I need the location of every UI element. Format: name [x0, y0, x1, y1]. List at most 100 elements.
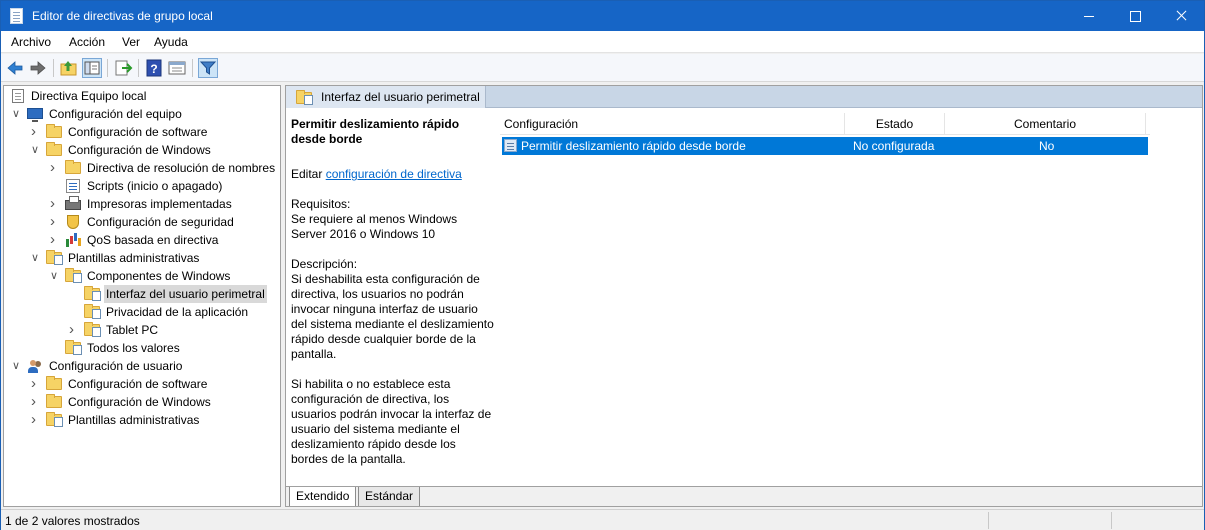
policy-folder-icon — [46, 412, 63, 427]
chevron-down-icon[interactable]: ∨ — [50, 267, 60, 285]
tree-item-label: Privacidad de la aplicación — [106, 305, 249, 319]
menu-ver[interactable]: Ver — [122, 35, 140, 49]
tree-item-label: Scripts (inicio o apagado) — [87, 179, 223, 193]
window: Editor de directivas de grupo local Arch… — [0, 0, 1205, 530]
tree-item-label: Configuración del equipo — [49, 107, 182, 121]
tree-item-label: Plantillas administrativas — [68, 251, 200, 265]
extended-description: Permitir deslizamiento rápido desde bord… — [291, 117, 495, 482]
printer-icon — [65, 196, 81, 211]
menu-ayuda[interactable]: Ayuda — [154, 35, 188, 49]
no-expander — [50, 339, 60, 357]
table-row[interactable]: Permitir deslizamiento rápido desde bord… — [502, 137, 1148, 155]
edit-line: Editar configuración de directiva — [291, 167, 462, 181]
properties-icon[interactable] — [167, 58, 187, 78]
row-setting: Permitir deslizamiento rápido desde bord… — [521, 139, 746, 153]
tree-item-label: Configuración de Windows — [68, 395, 211, 409]
tree-item-label: Configuración de software — [68, 125, 208, 139]
tree-item-label: Tablet PC — [106, 323, 159, 337]
tree-item-label: Configuración de Windows — [68, 143, 211, 157]
edit-policy-link[interactable]: configuración de directiva — [326, 167, 462, 181]
filter-icon[interactable] — [198, 58, 218, 78]
scripts-icon — [65, 179, 81, 193]
chevron-right-icon[interactable]: › — [50, 213, 60, 231]
no-expander — [69, 303, 79, 321]
chevron-right-icon[interactable]: › — [31, 375, 41, 393]
security-icon — [65, 215, 81, 229]
app-icon — [10, 8, 23, 24]
folder-icon — [46, 394, 62, 409]
column-header-comment[interactable]: Comentario — [945, 113, 1146, 135]
list-header: Configuración Estado Comentario — [500, 113, 1150, 135]
help-icon[interactable]: ? — [144, 58, 164, 78]
folder-icon — [46, 124, 62, 139]
policy-folder-icon — [46, 250, 63, 265]
status-bar: 1 de 2 valores mostrados — [1, 509, 1204, 530]
toolbar: ? — [1, 54, 1204, 82]
show-hide-tree-icon[interactable] — [82, 58, 102, 78]
export-list-icon[interactable] — [113, 58, 133, 78]
view-tabs: Extendido Estándar — [286, 486, 1202, 506]
chart-icon — [65, 233, 81, 247]
tree-item-label: Plantillas administrativas — [68, 413, 200, 427]
policy-folder-icon — [84, 286, 101, 301]
chevron-right-icon[interactable]: › — [31, 393, 41, 411]
chevron-right-icon[interactable]: › — [50, 195, 60, 213]
back-icon[interactable] — [5, 58, 25, 78]
folder-icon — [46, 142, 62, 157]
chevron-down-icon[interactable]: ∨ — [12, 105, 22, 123]
details-pane: Interfaz del usuario perimetral Permitir… — [285, 85, 1203, 507]
close-button[interactable] — [1158, 1, 1204, 31]
tree-item-label: Directiva de resolución de nombres — [87, 161, 276, 175]
tree-item-label: Configuración de software — [68, 377, 208, 391]
tree-item-label: Directiva Equipo local — [31, 89, 147, 103]
chevron-down-icon[interactable]: ∨ — [31, 249, 41, 267]
description-extra: Si habilita o no establece esta configur… — [291, 377, 492, 466]
chevron-right-icon[interactable]: › — [31, 123, 41, 141]
chevron-right-icon[interactable]: › — [50, 231, 60, 249]
policy-folder-icon — [296, 90, 313, 105]
no-expander — [50, 177, 60, 195]
tree-item-label: Configuración de usuario — [49, 359, 183, 373]
details-header-title: Interfaz del usuario perimetral — [321, 90, 480, 104]
maximize-button[interactable] — [1112, 1, 1158, 31]
status-text: 1 de 2 valores mostrados — [5, 514, 140, 528]
column-header-setting[interactable]: Configuración — [500, 113, 845, 135]
doc-icon — [10, 89, 26, 103]
tab-estandar[interactable]: Estándar — [358, 487, 421, 506]
title-bar: Editor de directivas de grupo local — [1, 1, 1204, 31]
chevron-right-icon[interactable]: › — [50, 159, 60, 177]
column-header-state[interactable]: Estado — [845, 113, 945, 135]
row-comment: No — [1039, 139, 1055, 153]
tree-item-label: Todos los valores — [87, 341, 180, 355]
policy-folder-icon — [65, 340, 82, 355]
tree-item-label: Componentes de Windows — [87, 269, 231, 283]
chevron-down-icon[interactable]: ∨ — [12, 357, 22, 375]
policy-folder-icon — [65, 268, 82, 283]
no-expander — [69, 285, 79, 303]
menu-accion[interactable]: Acción — [69, 35, 105, 49]
tree-item-label: Impresoras implementadas — [87, 197, 232, 211]
folder-icon — [46, 376, 62, 391]
policy-setting-icon — [504, 139, 517, 152]
tree-pane[interactable]: Directiva Equipo local ∨ Configuración del… — [3, 85, 281, 507]
settings-list[interactable]: Configuración Estado Comentario Permitir… — [500, 113, 1200, 485]
chevron-right-icon[interactable]: › — [69, 321, 79, 339]
menu-bar: Archivo Acción Ver Ayuda — [1, 31, 1204, 53]
policy-folder-icon — [84, 304, 101, 319]
tree-item-label: Interfaz del usuario perimetral — [104, 285, 267, 303]
computer-icon — [27, 107, 43, 122]
chevron-down-icon[interactable]: ∨ — [31, 141, 41, 159]
forward-icon[interactable] — [28, 58, 48, 78]
svg-text:?: ? — [150, 62, 157, 76]
chevron-right-icon[interactable]: › — [31, 411, 41, 429]
window-title: Editor de directivas de grupo local — [32, 9, 213, 23]
menu-archivo[interactable]: Archivo — [11, 35, 51, 49]
up-folder-icon[interactable] — [59, 58, 79, 78]
tab-extendido[interactable]: Extendido — [289, 487, 357, 506]
minimize-button[interactable] — [1066, 1, 1112, 31]
users-icon — [27, 359, 43, 373]
tree-item-label: Configuración de seguridad — [87, 215, 234, 229]
policy-folder-icon — [84, 322, 101, 337]
row-state: No configurada — [853, 139, 935, 153]
setting-title: Permitir deslizamiento rápido desde bord… — [291, 117, 460, 146]
